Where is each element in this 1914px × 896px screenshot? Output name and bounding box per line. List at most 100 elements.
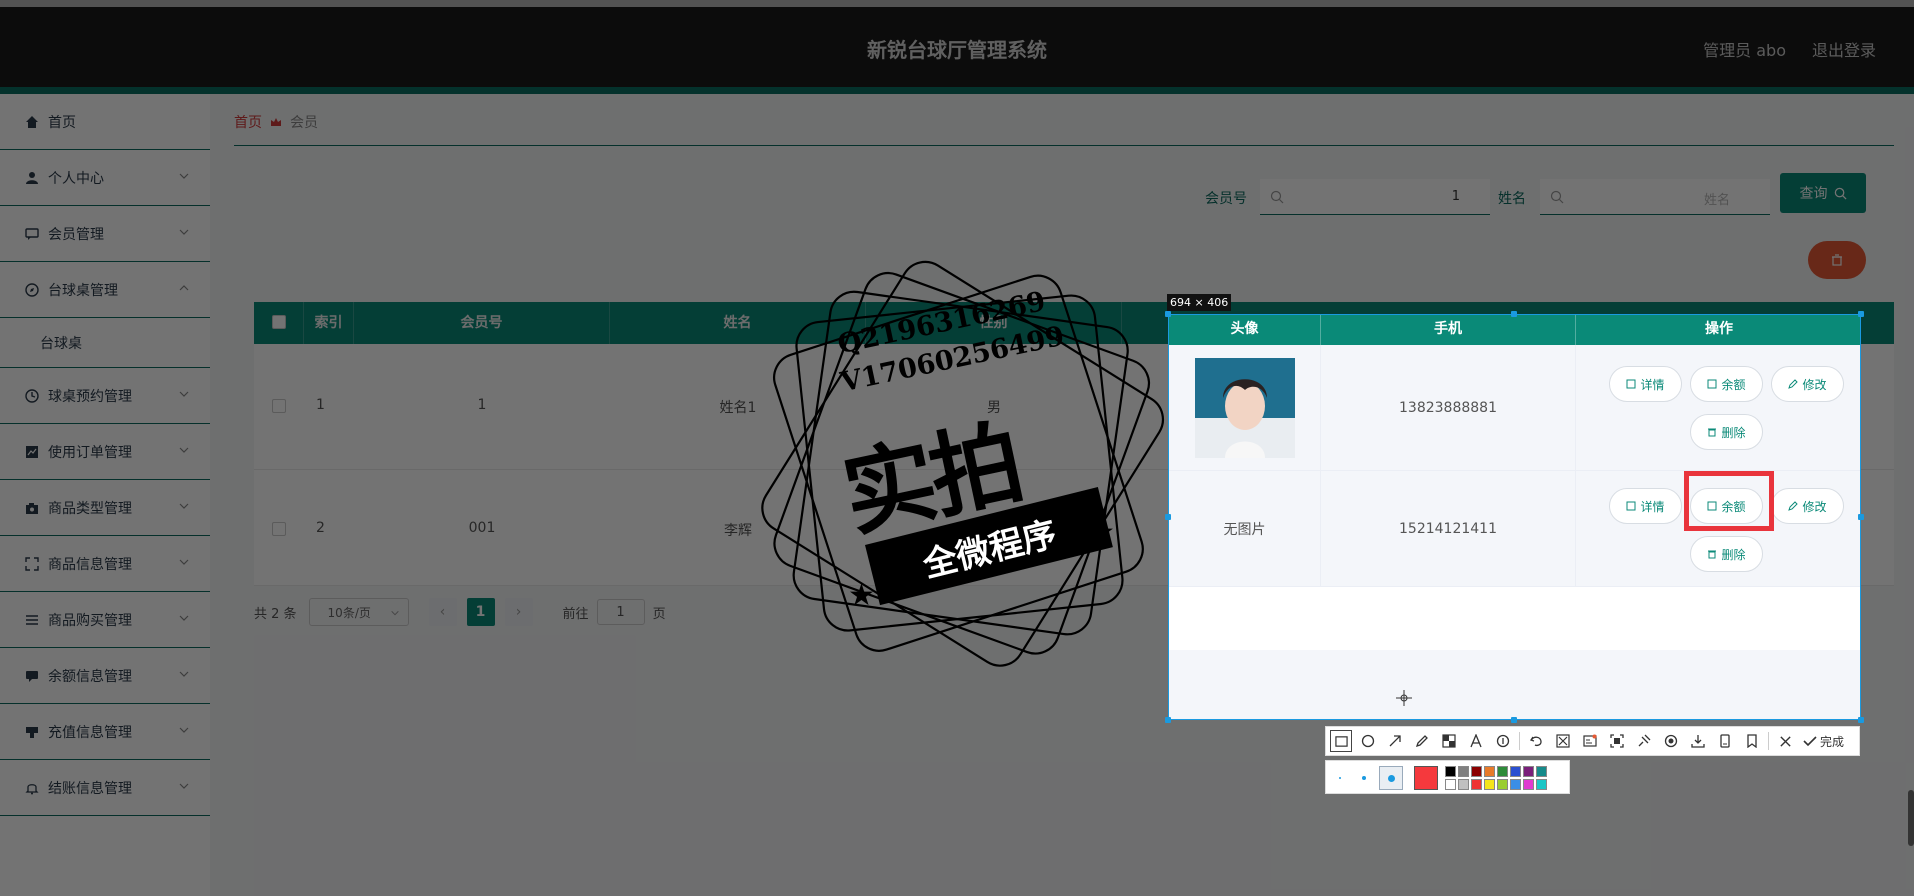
color-swatch[interactable] (1484, 779, 1495, 790)
name-placeholder: 姓名 (1703, 193, 1730, 208)
edit-button-label: 修改 (1802, 377, 1827, 392)
color-swatch[interactable] (1536, 779, 1547, 790)
color-swatch[interactable] (1510, 766, 1521, 777)
pencil-tool-icon[interactable] (1411, 730, 1433, 752)
color-swatch[interactable] (1471, 779, 1482, 790)
color-swatch[interactable] (1445, 766, 1456, 777)
cell-index: 2 (316, 520, 325, 536)
sidebar-item-product-info[interactable]: 商品信息管理 (0, 536, 210, 592)
app-title: 新锐台球厅管理系统 (867, 38, 1047, 62)
current-color-swatch[interactable] (1414, 766, 1438, 790)
row-checkbox[interactable] (272, 399, 286, 413)
color-swatch[interactable] (1510, 779, 1521, 790)
delete-button[interactable]: 删除 (1690, 414, 1763, 450)
download-icon[interactable] (1687, 730, 1709, 752)
sidebar-item-recharge[interactable]: 充值信息管理 (0, 704, 210, 760)
balance-button[interactable]: 余额 (1690, 366, 1763, 402)
rectangle-tool-icon[interactable] (1330, 730, 1352, 752)
select-all-cell[interactable] (254, 302, 304, 344)
record-icon[interactable] (1660, 730, 1682, 752)
name-input[interactable]: 姓名 (1540, 179, 1770, 215)
prev-page-button[interactable]: ‹ (428, 598, 457, 626)
resize-handle[interactable] (1858, 514, 1864, 520)
star-icon: ★ (848, 578, 875, 613)
color-swatch[interactable] (1523, 779, 1534, 790)
breadcrumb-home[interactable]: 首页 (234, 112, 262, 132)
chevron-down-icon (179, 559, 189, 565)
resize-handle[interactable] (1511, 717, 1517, 723)
batch-delete-button[interactable] (1808, 241, 1866, 279)
sidebar-item-home[interactable]: 首页 (0, 94, 210, 150)
sidebar-item-balance[interactable]: 余额信息管理 (0, 648, 210, 704)
sidebar-item-label: 结账信息管理 (48, 780, 132, 797)
edit-button[interactable]: 修改 (1771, 488, 1844, 524)
detail-button[interactable]: 详情 (1609, 488, 1682, 524)
color-swatch[interactable] (1458, 766, 1469, 777)
resize-handle[interactable] (1858, 311, 1864, 317)
next-page-button[interactable]: › (504, 598, 533, 626)
trash-icon (1708, 550, 1717, 559)
sidebar-item-reservations[interactable]: 球桌预约管理 (0, 368, 210, 424)
color-swatch[interactable] (1536, 766, 1547, 777)
sidebar-item-checkout[interactable]: 结账信息管理 (0, 760, 210, 816)
color-swatch[interactable] (1484, 766, 1495, 777)
row-checkbox[interactable] (272, 522, 286, 536)
document-icon (1707, 379, 1717, 389)
detail-button-label: 详情 (1640, 377, 1665, 392)
capture-toolbar: 完成 (1325, 726, 1860, 756)
undo-icon[interactable] (1525, 730, 1547, 752)
color-swatch[interactable] (1523, 766, 1534, 777)
sidebar-item-profile[interactable]: 个人中心 (0, 150, 210, 206)
color-swatch[interactable] (1471, 766, 1482, 777)
user-icon (24, 170, 40, 186)
brush-size-large[interactable] (1379, 766, 1403, 790)
erase-tool-icon[interactable] (1552, 730, 1574, 752)
pin-icon[interactable] (1633, 730, 1655, 752)
query-button[interactable]: 查询 (1780, 173, 1866, 213)
goto-input[interactable]: 1 (596, 599, 645, 625)
resize-handle[interactable] (1165, 717, 1171, 723)
brush-size-medium[interactable] (1362, 776, 1366, 780)
ellipse-tool-icon[interactable] (1357, 730, 1379, 752)
row-checkbox-cell[interactable] (254, 399, 304, 417)
resize-handle[interactable] (1858, 717, 1864, 723)
sidebar-item-purchases[interactable]: 商品购买管理 (0, 592, 210, 648)
mosaic-tool-icon[interactable] (1438, 730, 1460, 752)
text-tool-icon[interactable] (1465, 730, 1487, 752)
resize-handle[interactable] (1165, 514, 1171, 520)
color-swatch[interactable] (1497, 779, 1508, 790)
number-tool-icon[interactable] (1492, 730, 1514, 752)
member-no-input[interactable]: 1 (1260, 179, 1490, 215)
page-number[interactable]: 1 (466, 598, 495, 626)
edit-button[interactable]: 修改 (1771, 366, 1844, 402)
chevron-down-icon (179, 615, 189, 621)
scrollbar-thumb[interactable] (1908, 790, 1914, 846)
ocr-tool-icon[interactable] (1579, 730, 1601, 752)
color-swatch[interactable] (1445, 779, 1456, 790)
sidebar-item-orders[interactable]: 使用订单管理 (0, 424, 210, 480)
capture-tool-icon[interactable] (1606, 730, 1628, 752)
brush-size-small[interactable] (1339, 777, 1341, 779)
color-swatch[interactable] (1458, 779, 1469, 790)
resize-handle[interactable] (1511, 311, 1517, 317)
select-all-checkbox[interactable] (271, 315, 286, 329)
phone-send-icon[interactable] (1714, 730, 1736, 752)
arrow-tool-icon[interactable] (1384, 730, 1406, 752)
sidebar-subitem-billiard-table[interactable]: 台球桌 (0, 318, 210, 368)
row-checkbox-cell[interactable] (254, 522, 304, 540)
done-button[interactable]: 完成 (1803, 733, 1844, 750)
close-icon[interactable] (1774, 730, 1796, 752)
detail-button[interactable]: 详情 (1609, 366, 1682, 402)
compass-icon (24, 282, 40, 298)
search-icon (1550, 190, 1564, 203)
page-size-select[interactable]: 10条/页 (308, 598, 409, 626)
sidebar-item-product-types[interactable]: 商品类型管理 (0, 480, 210, 536)
avatar-image[interactable] (1194, 357, 1295, 458)
sidebar-item-tables[interactable]: 台球桌管理 (0, 262, 210, 318)
logout-link[interactable]: 退出登录 (1812, 37, 1876, 61)
resize-handle[interactable] (1165, 311, 1171, 317)
color-swatch[interactable] (1497, 766, 1508, 777)
sidebar-item-members[interactable]: 会员管理 (0, 206, 210, 262)
bookmark-icon[interactable] (1741, 730, 1763, 752)
delete-button[interactable]: 删除 (1690, 536, 1763, 572)
